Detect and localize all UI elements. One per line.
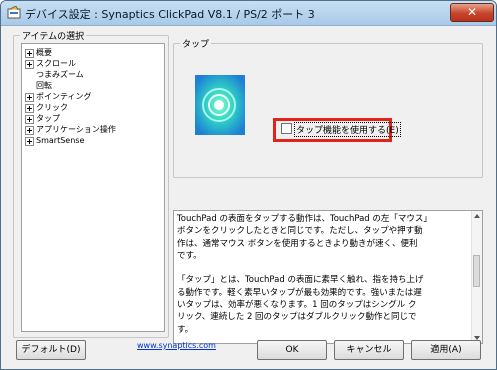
description-scrollbar[interactable]: [471, 211, 482, 343]
apply-button[interactable]: 適用(A): [411, 340, 481, 360]
tree-item-label: ポインティング: [36, 92, 92, 101]
expand-icon[interactable]: [25, 93, 34, 102]
expand-icon[interactable]: [25, 126, 34, 135]
description-box: TouchPad の表面をタップする動作は、TouchPad の左「マウス」 ボ…: [173, 210, 483, 344]
tree-item-smartsense[interactable]: SmartSense: [22, 135, 162, 146]
cancel-button[interactable]: キャンセル: [334, 340, 404, 360]
close-icon: ✕: [466, 5, 478, 19]
settings-window: デバイス設定 : Synaptics ClickPad V8.1 / PS/2 …: [0, 0, 497, 370]
expand-icon[interactable]: [25, 104, 34, 113]
tree-item-rotate[interactable]: 回転: [22, 80, 162, 91]
tree-item-tap[interactable]: タップ: [22, 113, 162, 124]
settings-app-icon: [7, 6, 21, 19]
scroll-thumb[interactable]: [473, 255, 480, 287]
enable-tap-label[interactable]: タップ機能を使用する(E): [294, 122, 401, 137]
dialog-body: アイテムの選択 概要 スクロール つまみズーム 回転 ポインティング クリック …: [1, 26, 496, 369]
expand-icon[interactable]: [25, 49, 34, 58]
tree-item-label: タップ: [36, 114, 60, 123]
close-button[interactable]: ✕: [450, 3, 494, 22]
ok-button[interactable]: OK: [257, 340, 327, 360]
enable-tap-checkbox[interactable]: [281, 123, 292, 134]
window-title: デバイス設定 : Synaptics ClickPad V8.1 / PS/2 …: [25, 8, 315, 21]
tree-item-label: スクロール: [36, 59, 76, 68]
default-button[interactable]: デフォルト(D): [16, 340, 86, 360]
tree-item-click[interactable]: クリック: [22, 102, 162, 113]
tree-item-app-gestures[interactable]: アプリケーション操作: [22, 124, 162, 135]
tree-item-overview[interactable]: 概要: [22, 47, 162, 58]
synaptics-website-link[interactable]: www.synaptics.com: [137, 341, 216, 350]
tree-item-label: アプリケーション操作: [36, 125, 116, 134]
tree-item-pointing[interactable]: ポインティング: [22, 91, 162, 102]
tree-item-scroll[interactable]: スクロール: [22, 58, 162, 69]
tree-item-label: 概要: [36, 48, 52, 57]
tap-animation-image: [195, 75, 245, 135]
tree-item-label: 回転: [36, 81, 52, 90]
tap-group-label: タップ: [180, 37, 212, 50]
scroll-up-arrow-icon[interactable]: [474, 214, 480, 218]
description-text: TouchPad の表面をタップする動作は、TouchPad の左「マウス」 ボ…: [177, 214, 432, 335]
item-selection-label: アイテムの選択: [20, 29, 87, 42]
expand-icon[interactable]: [25, 115, 34, 124]
title-bar: デバイス設定 : Synaptics ClickPad V8.1 / PS/2 …: [1, 1, 496, 26]
tree-item-label: クリック: [36, 103, 68, 112]
tree-item-pinch-zoom[interactable]: つまみズーム: [22, 69, 162, 80]
tree-item-label: SmartSense: [36, 136, 85, 145]
tree-item-label: つまみズーム: [36, 70, 84, 79]
item-tree[interactable]: 概要 スクロール つまみズーム 回転 ポインティング クリック タップ アプリケ…: [21, 43, 165, 332]
expand-icon[interactable]: [25, 137, 34, 146]
expand-icon[interactable]: [25, 60, 34, 69]
